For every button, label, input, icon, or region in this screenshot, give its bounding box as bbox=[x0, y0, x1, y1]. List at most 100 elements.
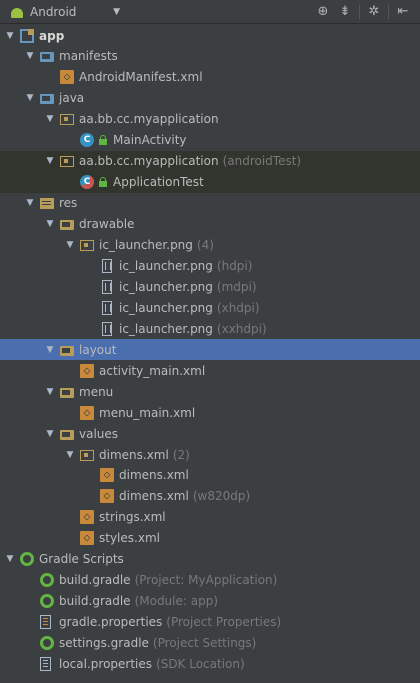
tree-node-label: ic_launcher.png bbox=[119, 258, 213, 273]
expand-arrow-icon[interactable]: ▼ bbox=[44, 218, 56, 230]
tree-node[interactable]: strings.xml bbox=[0, 507, 420, 528]
xml-file-icon bbox=[60, 70, 74, 85]
tree-node-hint: (Module: app) bbox=[134, 594, 219, 609]
tree-node-label: ic_launcher.png bbox=[119, 279, 213, 294]
chevron-down-icon: ▼ bbox=[113, 6, 120, 17]
tree-node[interactable]: ▼ layout bbox=[0, 339, 420, 361]
tree-node[interactable]: ▼ manifests bbox=[0, 46, 420, 67]
tree-node[interactable]: ▼ ic_launcher.png (4) bbox=[0, 235, 420, 256]
tree-node-label: gradle.properties bbox=[59, 615, 163, 630]
tree-node-hint: (Project Settings) bbox=[152, 636, 257, 651]
xml-file-icon bbox=[80, 510, 94, 525]
tree-node-label: Gradle Scripts bbox=[39, 552, 124, 567]
hide-panel-button[interactable]: ⇤ bbox=[392, 2, 414, 22]
tree-node-label: java bbox=[59, 91, 85, 106]
scroll-from-source-button[interactable]: ⊕ bbox=[312, 2, 334, 22]
tree-node-label: AndroidManifest.xml bbox=[79, 70, 203, 85]
tree-node-label: ic_launcher.png bbox=[119, 321, 213, 336]
tree-node-label: app bbox=[39, 28, 65, 43]
android-icon bbox=[10, 5, 24, 19]
expand-arrow-icon[interactable]: ▼ bbox=[24, 50, 36, 62]
expand-arrow-icon[interactable]: ▼ bbox=[4, 553, 16, 565]
gradle-file-icon bbox=[40, 573, 54, 588]
expand-arrow-icon[interactable]: ▼ bbox=[64, 449, 76, 461]
expand-arrow-icon[interactable]: ▼ bbox=[24, 197, 36, 209]
tree-node[interactable]: build.gradle (Module: app) bbox=[0, 591, 420, 612]
tree-node[interactable]: ▼ aa.bb.cc.myapplication (androidTest) bbox=[0, 150, 420, 172]
tree-node[interactable]: dimens.xml (w820dp) bbox=[0, 486, 420, 507]
tree-node[interactable]: menu_main.xml bbox=[0, 402, 420, 423]
tree-node-label: local.properties bbox=[59, 657, 153, 671]
scroll-from-source-icon: ⊕ bbox=[317, 4, 329, 19]
tree-node[interactable]: build.gradle (Project: MyApplication) bbox=[0, 570, 420, 591]
tree-node[interactable]: ic_launcher.png (xhdpi) bbox=[0, 297, 420, 318]
settings-gear-icon: ✲ bbox=[368, 4, 380, 19]
tree-node-label: styles.xml bbox=[99, 531, 160, 546]
collapse-all-button[interactable]: ⇟ bbox=[334, 2, 356, 22]
expand-arrow-icon[interactable]: ▼ bbox=[44, 155, 56, 167]
tree-node[interactable]: ▼ values bbox=[0, 423, 420, 444]
properties-file-icon bbox=[40, 615, 51, 630]
expand-arrow-icon[interactable]: ▼ bbox=[64, 239, 76, 251]
tree-node[interactable]: ▼ menu bbox=[0, 381, 420, 402]
tree-node-hint: (Project Properties) bbox=[166, 615, 282, 630]
tree-node[interactable]: local.properties (SDK Location) bbox=[0, 654, 420, 675]
xml-file-icon bbox=[80, 531, 94, 546]
expand-arrow-icon[interactable]: ▼ bbox=[44, 344, 56, 356]
tree-node[interactable]: activity_main.xml bbox=[0, 360, 420, 381]
expand-arrow-icon[interactable]: ▼ bbox=[4, 30, 16, 42]
folder-icon bbox=[60, 429, 74, 440]
tree-node[interactable]: settings.gradle (Project Settings) bbox=[0, 633, 420, 654]
expand-arrow-icon[interactable]: ▼ bbox=[44, 428, 56, 440]
tree-node-label: manifests bbox=[59, 49, 118, 64]
source-folder-icon bbox=[40, 94, 54, 105]
xml-file-icon bbox=[100, 468, 114, 483]
package-icon bbox=[60, 156, 74, 168]
tree-node-label: dimens.xml bbox=[119, 489, 189, 504]
tree-node-label: layout bbox=[79, 342, 117, 357]
folder-icon bbox=[60, 387, 74, 398]
tree-node-label: aa.bb.cc.myapplication bbox=[79, 154, 219, 169]
view-selector[interactable]: Android ▼ bbox=[0, 5, 120, 19]
package-icon bbox=[60, 114, 74, 126]
tree-node[interactable]: ▼ res bbox=[0, 193, 420, 214]
expand-arrow-icon[interactable]: ▼ bbox=[24, 92, 36, 104]
project-toolbar: Android ▼ ⊕ ⇟ ✲ ⇤ bbox=[0, 0, 420, 24]
tree-node-label: aa.bb.cc.myapplication bbox=[79, 112, 219, 127]
tree-node-label: ic_launcher.png bbox=[99, 238, 193, 252]
tree-node-hint: (xhdpi) bbox=[216, 300, 260, 315]
tree-node-label: strings.xml bbox=[99, 510, 166, 525]
tree-node[interactable]: ▼ drawable bbox=[0, 214, 420, 235]
tree-node[interactable]: dimens.xml bbox=[0, 465, 420, 486]
tree-node[interactable]: ▼ app bbox=[0, 25, 420, 46]
tree-node-hint: (androidTest) bbox=[222, 154, 302, 169]
tree-node-label: values bbox=[79, 426, 119, 441]
tree-node-hint: (xxhdpi) bbox=[216, 321, 267, 336]
tree-node[interactable]: ic_launcher.png (mdpi) bbox=[0, 276, 420, 297]
tree-node-label: build.gradle bbox=[59, 594, 131, 609]
tree-node[interactable]: ▼ dimens.xml (2) bbox=[0, 444, 420, 465]
tree-node[interactable]: AndroidManifest.xml bbox=[0, 67, 420, 88]
image-file-icon bbox=[102, 321, 112, 336]
tree-node[interactable]: ic_launcher.png (xxhdpi) bbox=[0, 318, 420, 339]
tree-node[interactable]: C ApplicationTest bbox=[0, 171, 420, 193]
tree-node[interactable]: ic_launcher.png (hdpi) bbox=[0, 255, 420, 276]
gradle-file-icon bbox=[40, 636, 54, 651]
expand-arrow-icon[interactable]: ▼ bbox=[44, 386, 56, 398]
tree-node[interactable]: ▼ java bbox=[0, 88, 420, 109]
gradle-file-icon bbox=[40, 594, 54, 609]
tree-node-hint: (SDK Location) bbox=[156, 657, 245, 671]
tree-node[interactable]: styles.xml bbox=[0, 528, 420, 549]
tree-node-label: dimens.xml bbox=[99, 447, 169, 462]
tree-node-label: activity_main.xml bbox=[99, 363, 206, 378]
tree-node[interactable]: ▼ aa.bb.cc.myapplication bbox=[0, 109, 420, 130]
expand-arrow-icon[interactable]: ▼ bbox=[44, 113, 56, 125]
tree-node[interactable]: ▼ Gradle Scripts bbox=[0, 549, 420, 570]
gradle-icon bbox=[20, 552, 34, 567]
folder-icon bbox=[60, 345, 74, 356]
settings-gear-button[interactable]: ✲ bbox=[363, 2, 385, 22]
tree-node[interactable]: gradle.properties (Project Properties) bbox=[0, 612, 420, 633]
xml-file-icon bbox=[80, 363, 94, 378]
tree-node-label: menu bbox=[79, 384, 114, 399]
tree-node[interactable]: C MainActivity bbox=[0, 130, 420, 151]
